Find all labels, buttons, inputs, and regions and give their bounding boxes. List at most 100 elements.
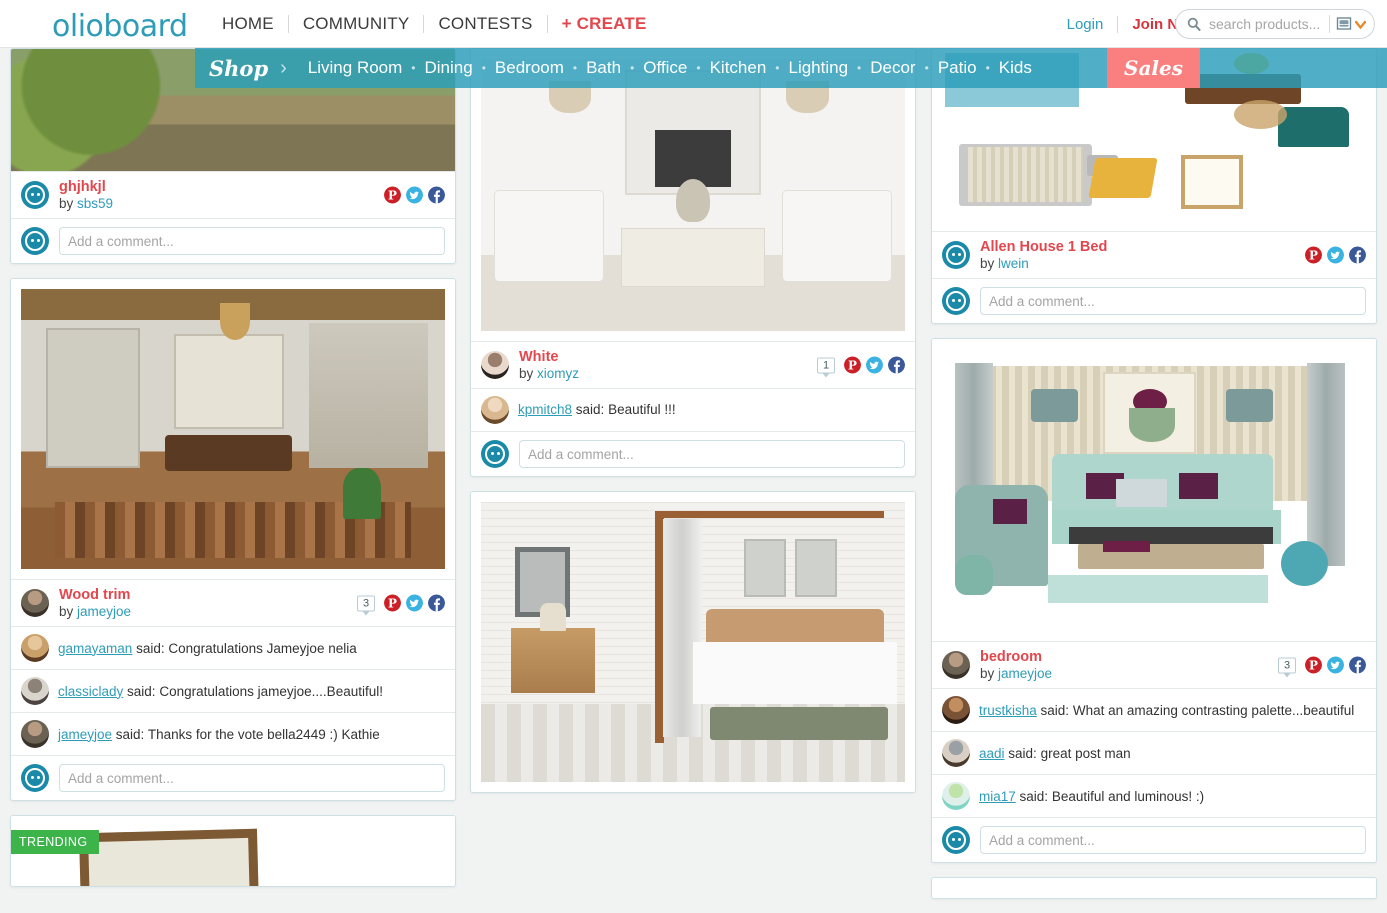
twitter-icon[interactable] [406, 186, 423, 204]
comment-author[interactable]: aadi [979, 746, 1005, 761]
shop-cat-kitchen[interactable]: Kitchen [701, 58, 776, 78]
card-allen-house-1-bed[interactable]: Allen House 1 Bed by lwein P [931, 48, 1377, 325]
card-white[interactable]: White by xiomyz 1 P kpmitch8 said: Beaut… [470, 48, 916, 478]
comment-avatar[interactable] [942, 696, 970, 725]
add-comment-input[interactable] [980, 287, 1366, 316]
comment-avatar[interactable] [481, 396, 509, 425]
board-author[interactable]: jameyjoe [77, 604, 131, 619]
login-link[interactable]: Login [1053, 16, 1119, 33]
board-title-row: bedroom by jameyjoe 3 P [932, 641, 1376, 688]
current-user-avatar[interactable] [942, 826, 970, 855]
board-author[interactable]: sbs59 [77, 196, 113, 211]
facebook-icon[interactable] [888, 356, 905, 374]
comment-row: kpmitch8 said: Beautiful !!! [471, 388, 915, 431]
comment-avatar[interactable] [21, 634, 49, 663]
search-input[interactable] [1209, 16, 1329, 32]
facebook-icon[interactable] [428, 594, 445, 612]
card-wood-trim[interactable]: Wood trim by jameyjoe 3 P gamayaman said… [10, 278, 456, 802]
pinterest-icon[interactable]: P [384, 594, 401, 612]
current-user-avatar[interactable] [21, 227, 49, 256]
shop-cat-bath[interactable]: Bath [577, 58, 630, 78]
comment-avatar[interactable] [21, 677, 49, 706]
comment-author[interactable]: mia17 [979, 789, 1016, 804]
comment-author[interactable]: kpmitch8 [518, 402, 572, 417]
avatar[interactable] [942, 241, 970, 270]
comment-text: trustkisha said: What an amazing contras… [979, 702, 1354, 720]
avatar[interactable] [21, 589, 49, 618]
shop-label[interactable]: Shop [209, 56, 268, 81]
twitter-icon[interactable] [1327, 656, 1344, 674]
comment-avatar[interactable] [942, 739, 970, 768]
comment-avatar[interactable] [942, 782, 970, 811]
comment-author[interactable]: jameyjoe [58, 727, 112, 742]
shop-cat-patio[interactable]: Patio [929, 58, 986, 78]
card-bedroom-brick[interactable] [470, 491, 916, 794]
facebook-icon[interactable] [1349, 246, 1366, 264]
comment-row: aadi said: great post man [932, 731, 1376, 774]
board-author[interactable]: lwein [998, 256, 1029, 271]
shop-cat-dining[interactable]: Dining [416, 58, 482, 78]
shop-category-links: Living Room • Dining • Bedroom • Bath • … [299, 58, 1041, 78]
board-image[interactable] [932, 339, 1376, 642]
comment-author[interactable]: trustkisha [979, 703, 1037, 718]
facebook-icon[interactable] [1349, 656, 1366, 674]
comment-author[interactable]: gamayaman [58, 641, 132, 656]
pinterest-icon[interactable]: P [1305, 656, 1322, 674]
add-comment-input[interactable] [59, 227, 445, 256]
pinterest-icon[interactable]: P [1305, 246, 1322, 264]
board-author-line: by jameyjoe [59, 604, 131, 620]
shop-cat-decor[interactable]: Decor [861, 58, 924, 78]
twitter-icon[interactable] [866, 356, 883, 374]
avatar[interactable] [21, 181, 49, 210]
add-comment-input[interactable] [519, 440, 905, 469]
board-image[interactable] [471, 492, 915, 793]
twitter-icon[interactable] [1327, 246, 1344, 264]
pinterest-icon[interactable]: P [844, 356, 861, 374]
shop-cat-kids[interactable]: Kids [990, 58, 1041, 78]
current-user-avatar[interactable] [481, 440, 509, 469]
board-image[interactable] [932, 878, 1376, 899]
shop-cat-living-room[interactable]: Living Room [299, 58, 412, 78]
twitter-icon[interactable] [406, 594, 423, 612]
add-comment-input[interactable] [980, 826, 1366, 855]
pinterest-icon[interactable]: P [384, 186, 401, 204]
avatar[interactable] [481, 351, 509, 380]
card-trending[interactable]: TRENDING [10, 815, 456, 888]
comment-count-badge[interactable]: 1 [817, 357, 835, 378]
comment-author[interactable]: classiclady [58, 684, 123, 699]
site-logo[interactable]: olioboard [52, 9, 188, 44]
comment-count-badge[interactable]: 3 [357, 595, 375, 616]
avatar[interactable] [942, 651, 970, 680]
comment-avatar[interactable] [21, 720, 49, 749]
add-comment-input[interactable] [59, 764, 445, 793]
facebook-icon[interactable] [428, 186, 445, 204]
board-title[interactable]: White [519, 349, 579, 366]
nav-community[interactable]: COMMUNITY [289, 15, 425, 33]
current-user-avatar[interactable] [21, 764, 49, 793]
card-next-partial[interactable] [931, 877, 1377, 900]
search-category-selector[interactable] [1336, 16, 1366, 32]
said-label: said: [1019, 788, 1049, 804]
shop-cat-bedroom[interactable]: Bedroom [486, 58, 573, 78]
board-title[interactable]: Wood trim [59, 587, 131, 604]
current-user-avatar[interactable] [942, 287, 970, 316]
board-author[interactable]: xiomyz [537, 366, 579, 381]
board-title[interactable]: bedroom [980, 649, 1052, 666]
shop-cat-lighting[interactable]: Lighting [779, 58, 857, 78]
board-image[interactable] [471, 49, 915, 341]
comment-count-badge[interactable]: 3 [1278, 657, 1296, 678]
shop-cat-office[interactable]: Office [634, 58, 696, 78]
nav-contests[interactable]: CONTESTS [424, 15, 548, 33]
shop-sales-tab[interactable]: Sales [1107, 48, 1200, 88]
board-title[interactable]: Allen House 1 Bed [980, 239, 1107, 256]
nav-create[interactable]: + CREATE [548, 15, 661, 33]
card-bedroom[interactable]: bedroom by jameyjoe 3 P trustkisha said:… [931, 338, 1377, 864]
search-box[interactable] [1175, 9, 1375, 39]
svg-text:P: P [388, 597, 397, 611]
board-image[interactable] [11, 279, 455, 580]
board-title[interactable]: ghjhkjl [59, 179, 113, 196]
furniture-icon [1336, 17, 1352, 30]
nav-home[interactable]: HOME [222, 15, 289, 33]
comment-body: Beautiful !!! [608, 402, 676, 418]
board-author[interactable]: jameyjoe [998, 666, 1052, 681]
